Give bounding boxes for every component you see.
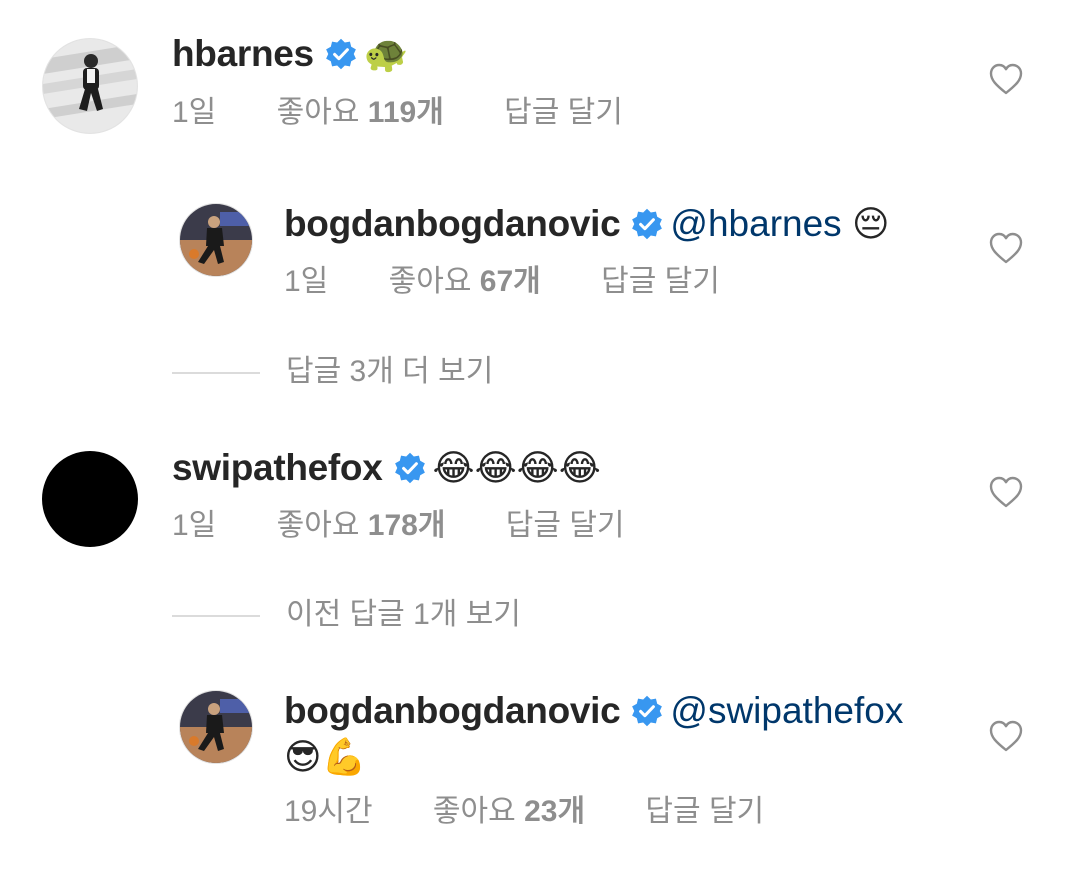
like-heart-icon[interactable] (988, 231, 1024, 265)
comments-thread: hbarnes 🐢 1일 좋아요 119개 답글 달기 bogdanbogdano… (0, 0, 1080, 874)
avatar-hbarnes[interactable] (42, 38, 138, 134)
username[interactable]: swipathefox (172, 447, 383, 488)
avatar-bogdanbogdanovic[interactable] (179, 203, 253, 277)
comment-header: swipathefox 😂😂😂😂 (172, 446, 601, 490)
verified-badge-icon (393, 451, 427, 485)
verified-badge-icon (324, 37, 358, 71)
view-more-replies-button[interactable]: 답글 3개 더 보기 (172, 354, 493, 390)
mention-link[interactable]: @swipathefox (670, 690, 903, 731)
view-more-label: 이전 답글 1개 보기 (286, 598, 521, 631)
reply-button[interactable]: 답글 달기 (506, 508, 625, 544)
likes-count[interactable]: 좋아요 178개 (277, 508, 446, 544)
likes-count[interactable]: 좋아요 119개 (277, 95, 444, 131)
comment-text-line: 😎💪 (284, 735, 366, 779)
comment-time: 1일 (172, 96, 217, 129)
comment-text: 😎💪 (284, 736, 367, 777)
like-heart-icon[interactable] (988, 475, 1024, 509)
divider-line (172, 372, 260, 375)
mention-link[interactable]: @hbarnes (670, 203, 841, 244)
comment-meta: 1일 좋아요 119개 답글 달기 (172, 95, 623, 131)
comment-text: 🐢 (363, 33, 409, 74)
like-heart-icon[interactable] (988, 719, 1024, 753)
reply-button[interactable]: 답글 달기 (504, 95, 623, 131)
comment-meta: 1일 좋아요 67개 답글 달기 (284, 264, 720, 300)
verified-badge-icon (630, 694, 664, 728)
comment-time: 19시간 (284, 795, 373, 828)
comment-time: 1일 (172, 509, 217, 542)
like-heart-icon[interactable] (988, 62, 1024, 96)
comment-time: 1일 (284, 265, 329, 298)
likes-count[interactable]: 좋아요 23개 (433, 794, 585, 830)
likes-count[interactable]: 좋아요 67개 (389, 264, 541, 300)
username[interactable]: bogdanbogdanovic (284, 203, 621, 244)
view-previous-replies-button[interactable]: 이전 답글 1개 보기 (172, 597, 521, 633)
comment-header: bogdanbogdanovic @swipathefox (284, 689, 903, 733)
verified-badge-icon (630, 207, 664, 241)
username[interactable]: hbarnes (172, 33, 314, 74)
divider-line (172, 615, 260, 618)
reply-button[interactable]: 답글 달기 (645, 794, 764, 830)
comment-text: 😂😂😂😂 (432, 447, 601, 488)
comment-meta: 19시간 좋아요 23개 답글 달기 (284, 794, 764, 830)
comment-header: bogdanbogdanovic @hbarnes 😔 (284, 202, 890, 246)
avatar-swipathefox[interactable] (42, 451, 138, 547)
username[interactable]: bogdanbogdanovic (284, 690, 621, 731)
avatar-bogdanbogdanovic[interactable] (179, 690, 253, 764)
comment-text: 😔 (851, 203, 890, 244)
reply-button[interactable]: 답글 달기 (601, 264, 720, 300)
view-more-label: 답글 3개 더 보기 (286, 355, 494, 388)
comment-meta: 1일 좋아요 178개 답글 달기 (172, 508, 625, 544)
comment-header: hbarnes 🐢 (172, 32, 409, 76)
